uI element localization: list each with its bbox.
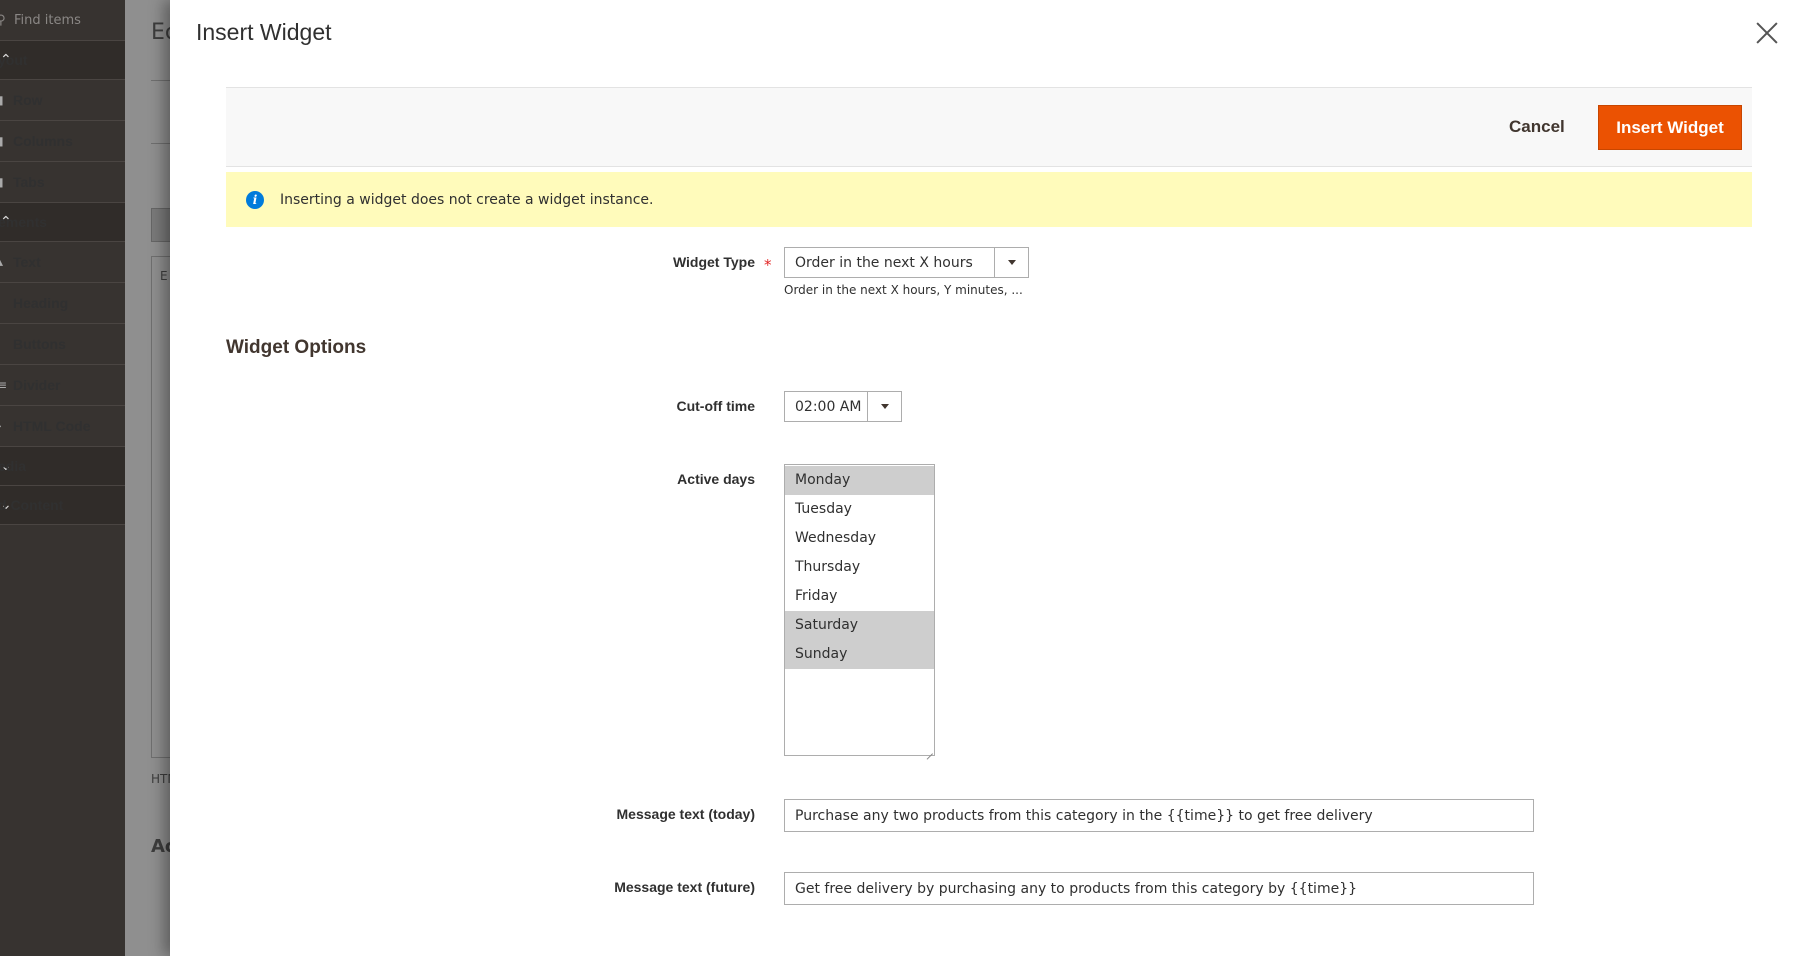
- active-days-label: Active days: [677, 471, 755, 487]
- widget-options-title: Widget Options: [226, 337, 367, 358]
- modal-action-bar: Cancel Insert Widget: [226, 87, 1752, 167]
- insert-widget-button[interactable]: Insert Widget: [1598, 105, 1742, 150]
- resize-handle[interactable]: [925, 746, 933, 754]
- day-option-tuesday[interactable]: Tuesday: [785, 495, 934, 524]
- cutoff-time-select[interactable]: 02:00 AM: [784, 391, 902, 422]
- sidebar-item-heading[interactable]: Heading: [0, 283, 125, 324]
- sidebar-item-row[interactable]: ▮ Row: [0, 80, 125, 121]
- sidebar-item-label: Divider: [13, 377, 61, 393]
- message-future-label: Message text (future): [614, 879, 755, 895]
- group-label: yout: [0, 52, 28, 68]
- message-today-input[interactable]: [784, 799, 1534, 832]
- day-option-wednesday[interactable]: Wednesday: [785, 524, 934, 553]
- sidebar-item-label: HTML Code: [13, 418, 91, 434]
- day-option-thursday[interactable]: Thursday: [785, 553, 934, 582]
- cutoff-time-label: Cut-off time: [676, 398, 755, 414]
- notice-text: Inserting a widget does not create a wid…: [280, 191, 654, 208]
- background-page-overlay: Ec E HTM Ac: [125, 0, 178, 956]
- sidebar-item-columns[interactable]: ▮ Columns: [0, 121, 125, 162]
- sidebar-item-divider[interactable]: ≡ Divider: [0, 365, 125, 406]
- background-editor-text: E: [160, 269, 168, 283]
- day-option-monday[interactable]: Monday: [785, 466, 934, 495]
- close-icon[interactable]: [1752, 18, 1782, 48]
- sidebar-item-label: Row: [13, 92, 43, 108]
- sidebar-item-label: Text: [13, 254, 41, 270]
- tabs-icon: ▮: [0, 175, 4, 189]
- widget-type-value: Order in the next X hours: [795, 254, 973, 271]
- message-future-input[interactable]: [784, 872, 1534, 905]
- group-add-content[interactable]: d Content ⌄: [0, 486, 125, 525]
- cutoff-time-value: 02:00 AM: [795, 398, 862, 415]
- search-placeholder: Find items: [14, 12, 81, 28]
- widget-type-select[interactable]: Order in the next X hours: [784, 247, 1029, 278]
- required-marker: *: [764, 256, 772, 274]
- sidebar-item-html-code[interactable]: › HTML Code: [0, 406, 125, 447]
- chevron-down-icon: [994, 248, 1028, 277]
- day-option-friday[interactable]: Friday: [785, 582, 934, 611]
- background-divider: [151, 80, 171, 81]
- day-option-saturday[interactable]: Saturday: [785, 611, 934, 640]
- message-today-label: Message text (today): [616, 806, 755, 822]
- sidebar-item-text[interactable]: ▴ Text: [0, 242, 125, 283]
- group-media[interactable]: edia ⌄: [0, 447, 125, 486]
- background-divider: [151, 143, 171, 144]
- widget-type-label: Widget Type: [672, 254, 755, 270]
- day-option-sunday[interactable]: Sunday: [785, 640, 934, 669]
- modal-title: Insert Widget: [196, 19, 332, 45]
- search-icon: ⚲: [0, 12, 6, 28]
- group-label: d Content: [0, 497, 64, 513]
- sidebar-item-label: Columns: [13, 133, 73, 149]
- sidebar-item-label: Heading: [13, 295, 69, 311]
- text-icon: ▴: [0, 255, 4, 269]
- insert-widget-modal: Insert Widget Cancel Insert Widget i Ins…: [170, 0, 1816, 956]
- sidebar-item-buttons[interactable]: Buttons: [0, 324, 125, 365]
- find-items-search[interactable]: ⚲ Find items: [0, 0, 125, 41]
- chevron-down-icon: [867, 392, 901, 421]
- active-days-multiselect[interactable]: Monday Tuesday Wednesday Thursday Friday…: [784, 464, 935, 756]
- sidebar-item-label: Tabs: [13, 174, 45, 190]
- info-icon: i: [246, 190, 264, 209]
- group-label: ements: [0, 214, 48, 230]
- row-icon: ▮: [0, 93, 4, 107]
- divider-icon: ≡: [0, 378, 8, 392]
- widget-type-note: Order in the next X hours, Y minutes, ..…: [784, 283, 1023, 297]
- code-icon: ›: [0, 419, 5, 433]
- sidebar-item-label: Buttons: [13, 336, 66, 352]
- cancel-button[interactable]: Cancel: [1509, 110, 1565, 144]
- info-notice: i Inserting a widget does not create a w…: [226, 172, 1752, 227]
- group-elements[interactable]: ements ⌃: [0, 203, 125, 242]
- page-builder-panel: ⚲ Find items yout ⌃ ▮ Row ▮ Columns ▮ Ta…: [0, 0, 125, 956]
- group-layout[interactable]: yout ⌃: [0, 41, 125, 80]
- group-label: edia: [0, 458, 27, 474]
- columns-icon: ▮: [0, 134, 4, 148]
- sidebar-item-tabs[interactable]: ▮ Tabs: [0, 162, 125, 203]
